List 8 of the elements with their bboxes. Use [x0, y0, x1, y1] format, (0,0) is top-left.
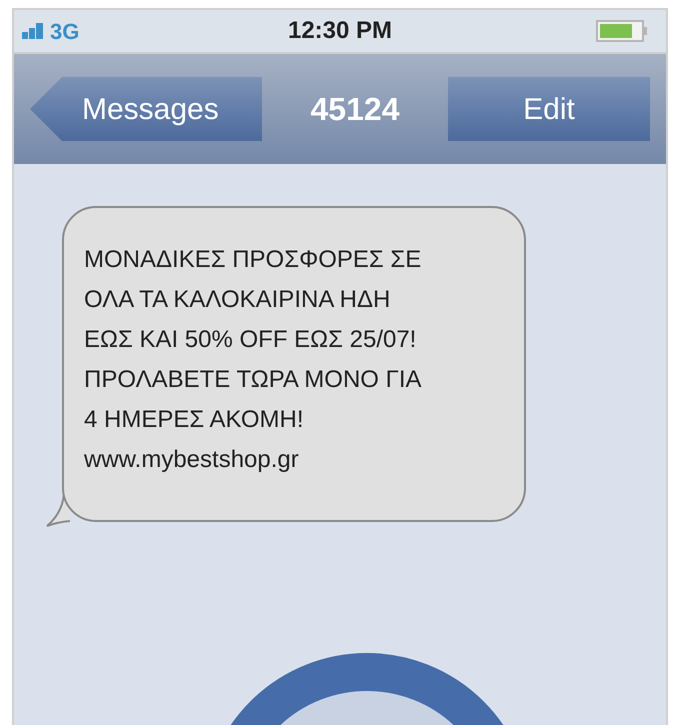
- edit-button[interactable]: Edit: [448, 77, 650, 141]
- message-text: ΜΟΝΑΔΙΚΕΣ ΠΡΟΣΦΟΡΕΣ ΣΕ ΟΛΑ ΤΑ ΚΑΛΟΚΑΙΡΙΝΑ ΗΔΗ ΕΩΣ ΚΑΙ 50% OFF ΕΩΣ 25/07! ΠΡΟΛΑΒΕΤΕ ΤΩΡΑ ΜΟΝΟ ΓΙΑ 4 ΗΜΕΡΕΣ ΑΚΟΜΗ! www.mybestshop.gr: [84, 245, 422, 475]
- battery-icon: [596, 20, 648, 42]
- conversation-title: 45124: [310, 90, 400, 129]
- network-label: 3G: [50, 18, 80, 46]
- status-time: 12:30 PM: [288, 16, 392, 46]
- back-button[interactable]: Messages: [30, 77, 262, 141]
- signal-icon: [22, 23, 44, 39]
